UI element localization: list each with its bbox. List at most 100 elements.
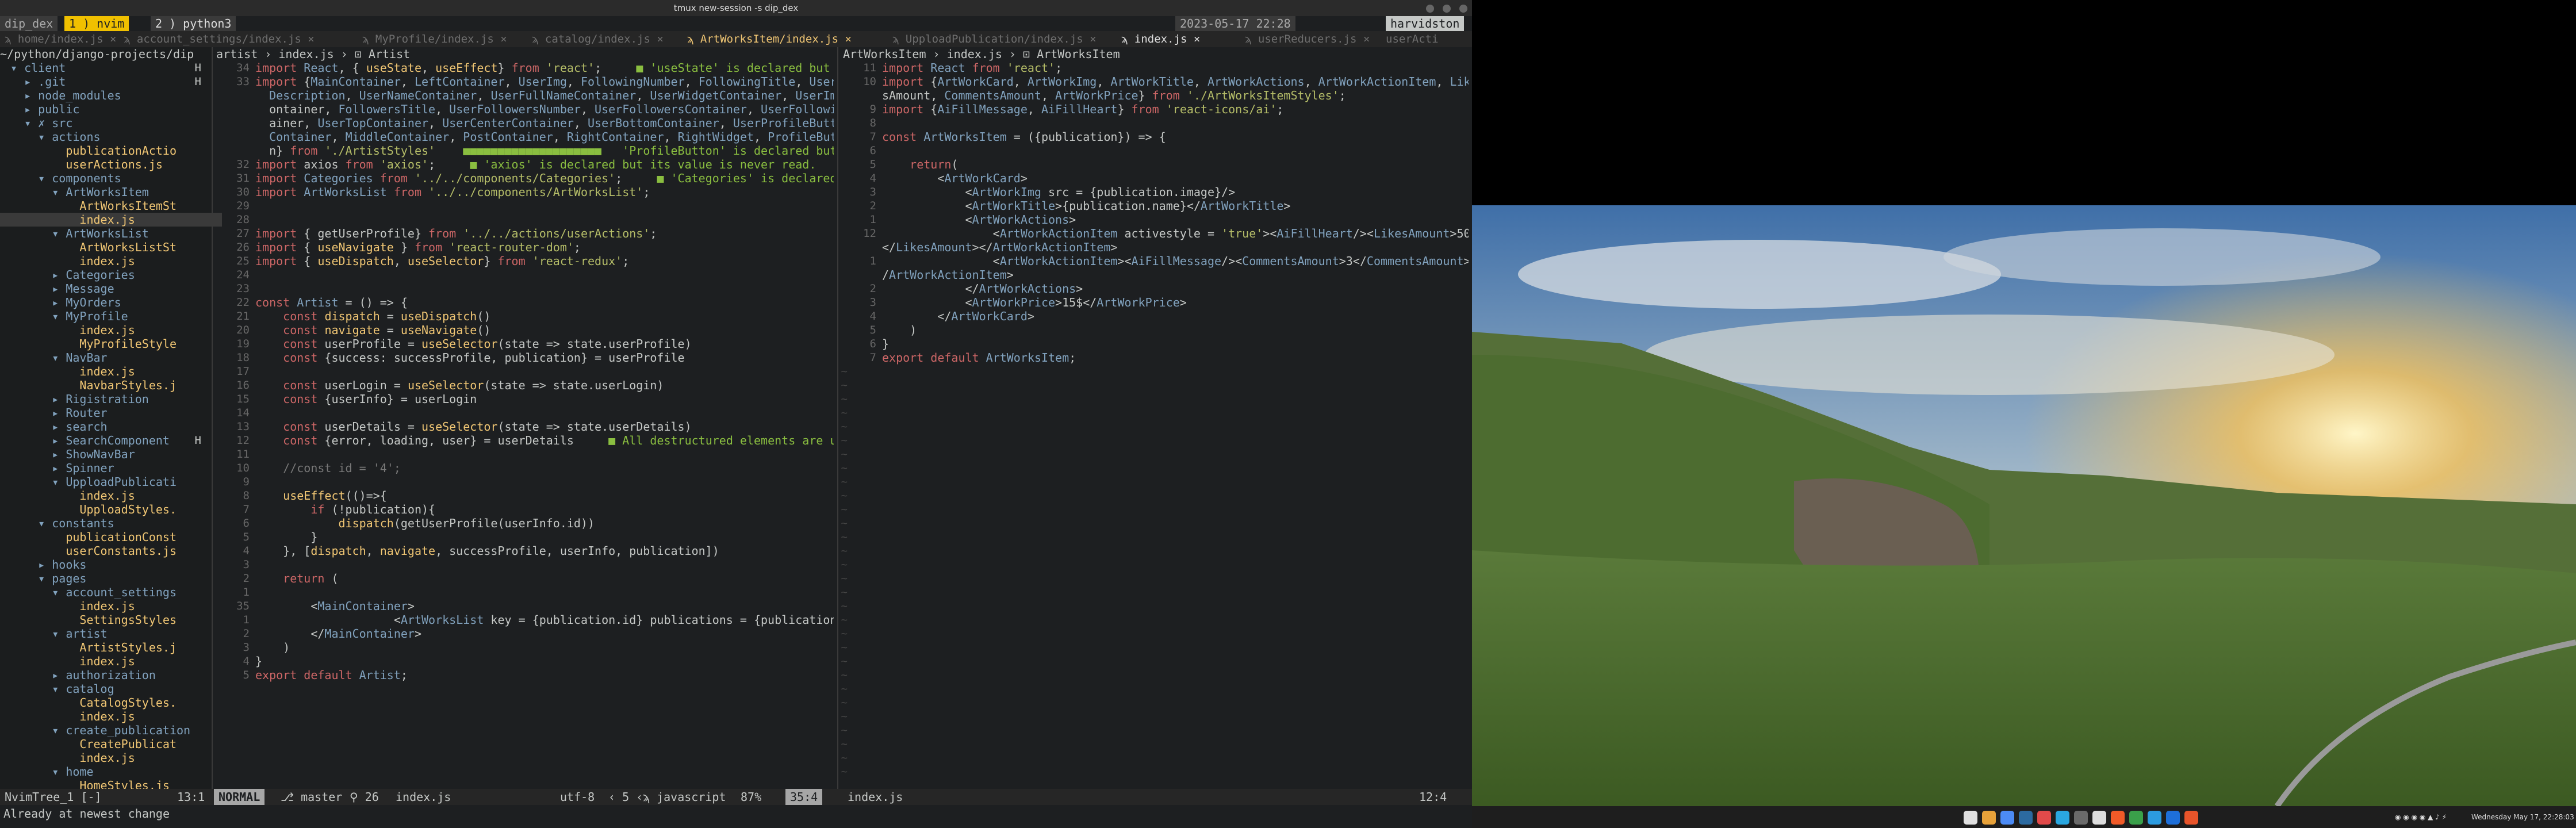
tree-item[interactable]: ▾ components <box>0 171 222 185</box>
code-line[interactable]: <ArtWorkTitle>{publication.name}</ArtWor… <box>882 199 1469 213</box>
tree-item[interactable]: NavbarStyles.j <box>0 378 222 392</box>
code-line[interactable]: <ArtWorkImg src = {publication.image}/> <box>882 185 1469 199</box>
code-line[interactable]: const {success: successProfile, publicat… <box>255 351 834 365</box>
tree-item[interactable]: ▸ Rigistration <box>0 392 222 406</box>
code-line[interactable]: dispatch(getUserProfile(userInfo.id)) <box>255 516 834 530</box>
code-line[interactable] <box>255 585 834 599</box>
tree-item[interactable]: ▸ Categories <box>0 268 222 282</box>
tree-item[interactable]: ▾ actions <box>0 130 222 144</box>
buffer-tab[interactable]: userActi <box>1386 31 1439 47</box>
tree-item[interactable]: index.js <box>0 710 222 723</box>
tree-item[interactable]: ▾ ArtWorksList <box>0 227 222 240</box>
code-line[interactable]: import { getUserProfile} from '../../act… <box>255 227 834 240</box>
buffer-tab[interactable]: ϡ index.js × <box>1121 31 1200 47</box>
code-line[interactable]: }, [dispatch, navigate, successProfile, … <box>255 544 834 558</box>
code-line[interactable]: export default Artist; <box>255 668 834 682</box>
tree-item[interactable]: ▸ ShowNavBar <box>0 447 222 461</box>
code-line[interactable]: import {ArtWorkCard, ArtWorkImg, ArtWork… <box>882 75 1469 89</box>
code-line[interactable]: Description, UserNameContainer, UserFull… <box>255 89 834 102</box>
tree-item[interactable]: ▾ catalog <box>0 682 222 696</box>
monitor-icon[interactable] <box>2129 811 2143 825</box>
code-line[interactable]: import React, { useState, useEffect} fro… <box>255 61 834 75</box>
tree-item[interactable]: ArtWorksItemSt <box>0 199 222 213</box>
code-line[interactable]: ) <box>255 641 834 654</box>
buffer-tab[interactable]: ϡ ArtWorksItem/index.js × <box>687 31 852 47</box>
tree-item[interactable]: ▸ Spinner <box>0 461 222 475</box>
tree-item[interactable]: ArtistStyles.j <box>0 641 222 654</box>
tree-item[interactable]: index.js <box>0 751 222 765</box>
postman-icon[interactable] <box>2111 811 2125 825</box>
tree-item[interactable]: index.js <box>0 599 222 613</box>
tree-item[interactable]: ▾ NavBar <box>0 351 222 365</box>
code-line[interactable] <box>882 144 1469 158</box>
buffer-tab[interactable]: ϡ MyProfile/index.js × <box>362 31 507 47</box>
code-line[interactable]: ) <box>882 323 1469 337</box>
code-line[interactable] <box>882 116 1469 130</box>
code-line[interactable]: import Categories from '../../components… <box>255 171 834 185</box>
code-line[interactable]: Container, MiddleContainer, PostContaine… <box>255 130 834 144</box>
buffer-tab[interactable]: ϡ home/index.js × <box>5 31 116 47</box>
code-line[interactable]: <ArtWorkActionItem><AiFillMessage/><Comm… <box>882 254 1469 268</box>
code-line[interactable] <box>255 558 834 572</box>
tree-item[interactable]: ▾ MyProfile <box>0 309 222 323</box>
code-line[interactable]: import React from 'react'; <box>882 61 1469 75</box>
vscode-alt-icon[interactable] <box>2166 811 2180 825</box>
code-line[interactable]: const ArtWorksItem = ({publication}) => … <box>882 130 1469 144</box>
code-line[interactable]: const userLogin = useSelector(state => s… <box>255 378 834 392</box>
tree-item[interactable]: ▸ node_modules <box>0 89 222 102</box>
code-line[interactable]: import { useNavigate } from 'react-route… <box>255 240 834 254</box>
tree-item[interactable]: ▾ client <box>0 61 222 75</box>
tree-item[interactable]: ▾ account_settings <box>0 585 222 599</box>
tree-item[interactable]: ArtWorksListSt <box>0 240 222 254</box>
launcher-icon[interactable] <box>1964 811 1977 825</box>
code-line[interactable]: <ArtWorkCard> <box>882 171 1469 185</box>
tree-item[interactable]: index.js <box>0 365 222 378</box>
close-icon[interactable] <box>1459 4 1467 13</box>
code-line[interactable]: const navigate = useNavigate() <box>255 323 834 337</box>
tree-item[interactable]: publicationActio <box>0 144 222 158</box>
code-line[interactable]: const {error, loading, user} = userDetai… <box>255 434 834 447</box>
code-line[interactable]: n} from './ArtistStyles' ■■■■■■■■■■■■■■■… <box>255 144 834 158</box>
code-line[interactable]: import axios from 'axios'; ■ 'axios' is … <box>255 158 834 171</box>
tree-item[interactable]: ▸ hooks <box>0 558 222 572</box>
right-editor-pane[interactable]: ArtWorksItem › index.js › ⊡ ArtWorksItem… <box>839 47 1472 789</box>
vscode-icon[interactable] <box>2148 811 2161 825</box>
tray-icons[interactable]: ◉ ◉ ◉ ◉ ▲ ♪ ⚡ <box>2395 806 2447 828</box>
code-line[interactable]: useEffect(()=>{ <box>255 489 834 503</box>
tree-item[interactable]: ▾ pages <box>0 572 222 585</box>
tree-item[interactable]: ▾ artist <box>0 627 222 641</box>
tree-item[interactable]: ▾ constants <box>0 516 222 530</box>
tree-item[interactable]: CatalogStyles. <box>0 696 222 710</box>
tree-item[interactable]: MyProfileStyle <box>0 337 222 351</box>
code-line[interactable] <box>255 199 834 213</box>
code-line[interactable]: import {AiFillMessage, AiFillHeart} from… <box>882 102 1469 116</box>
buffer-tab[interactable]: ϡ account_settings/index.js × <box>124 31 315 47</box>
chrome-icon[interactable] <box>2000 811 2014 825</box>
tree-item[interactable]: ▾ UpploadPublicati <box>0 475 222 489</box>
code-line[interactable]: </ArtWorkCard> <box>882 309 1469 323</box>
maximize-icon[interactable] <box>1443 4 1451 13</box>
code-line[interactable]: const dispatch = useDispatch() <box>255 309 834 323</box>
code-line[interactable]: ainer, UserTopContainer, UserCenterConta… <box>255 116 834 130</box>
code-line[interactable]: <ArtWorkActions> <box>882 213 1469 227</box>
code-line[interactable]: export default ArtWorksItem; <box>882 351 1469 365</box>
tree-item[interactable]: ▸ authorization <box>0 668 222 682</box>
tree-item[interactable]: ▸ search <box>0 420 222 434</box>
tree-item[interactable]: SettingsStyles <box>0 613 222 627</box>
code-line[interactable] <box>255 268 834 282</box>
code-line[interactable] <box>255 447 834 461</box>
telegram-icon[interactable] <box>2056 811 2069 825</box>
tree-item[interactable]: ▸ .git <box>0 75 222 89</box>
left-editor-pane[interactable]: artist › index.js › ⊡ Artist 34 import Rea… <box>195 47 837 789</box>
clock[interactable]: Wednesday May 17, 22:28:03 <box>2471 806 2574 828</box>
buffer-tab[interactable]: ϡ userReducers.js × <box>1245 31 1370 47</box>
code-line[interactable] <box>255 406 834 420</box>
tree-item[interactable]: ▾ home <box>0 765 222 779</box>
tree-item[interactable]: index.js <box>0 654 222 668</box>
tree-item[interactable]: ▾ create_publication <box>0 723 222 737</box>
code-line[interactable]: return ( <box>255 572 834 585</box>
tree-item[interactable]: index.js <box>0 489 222 503</box>
code-line[interactable]: import { useDispatch, useSelector} from … <box>255 254 834 268</box>
code-line[interactable]: </MainContainer> <box>255 627 834 641</box>
code-line[interactable] <box>255 365 834 378</box>
